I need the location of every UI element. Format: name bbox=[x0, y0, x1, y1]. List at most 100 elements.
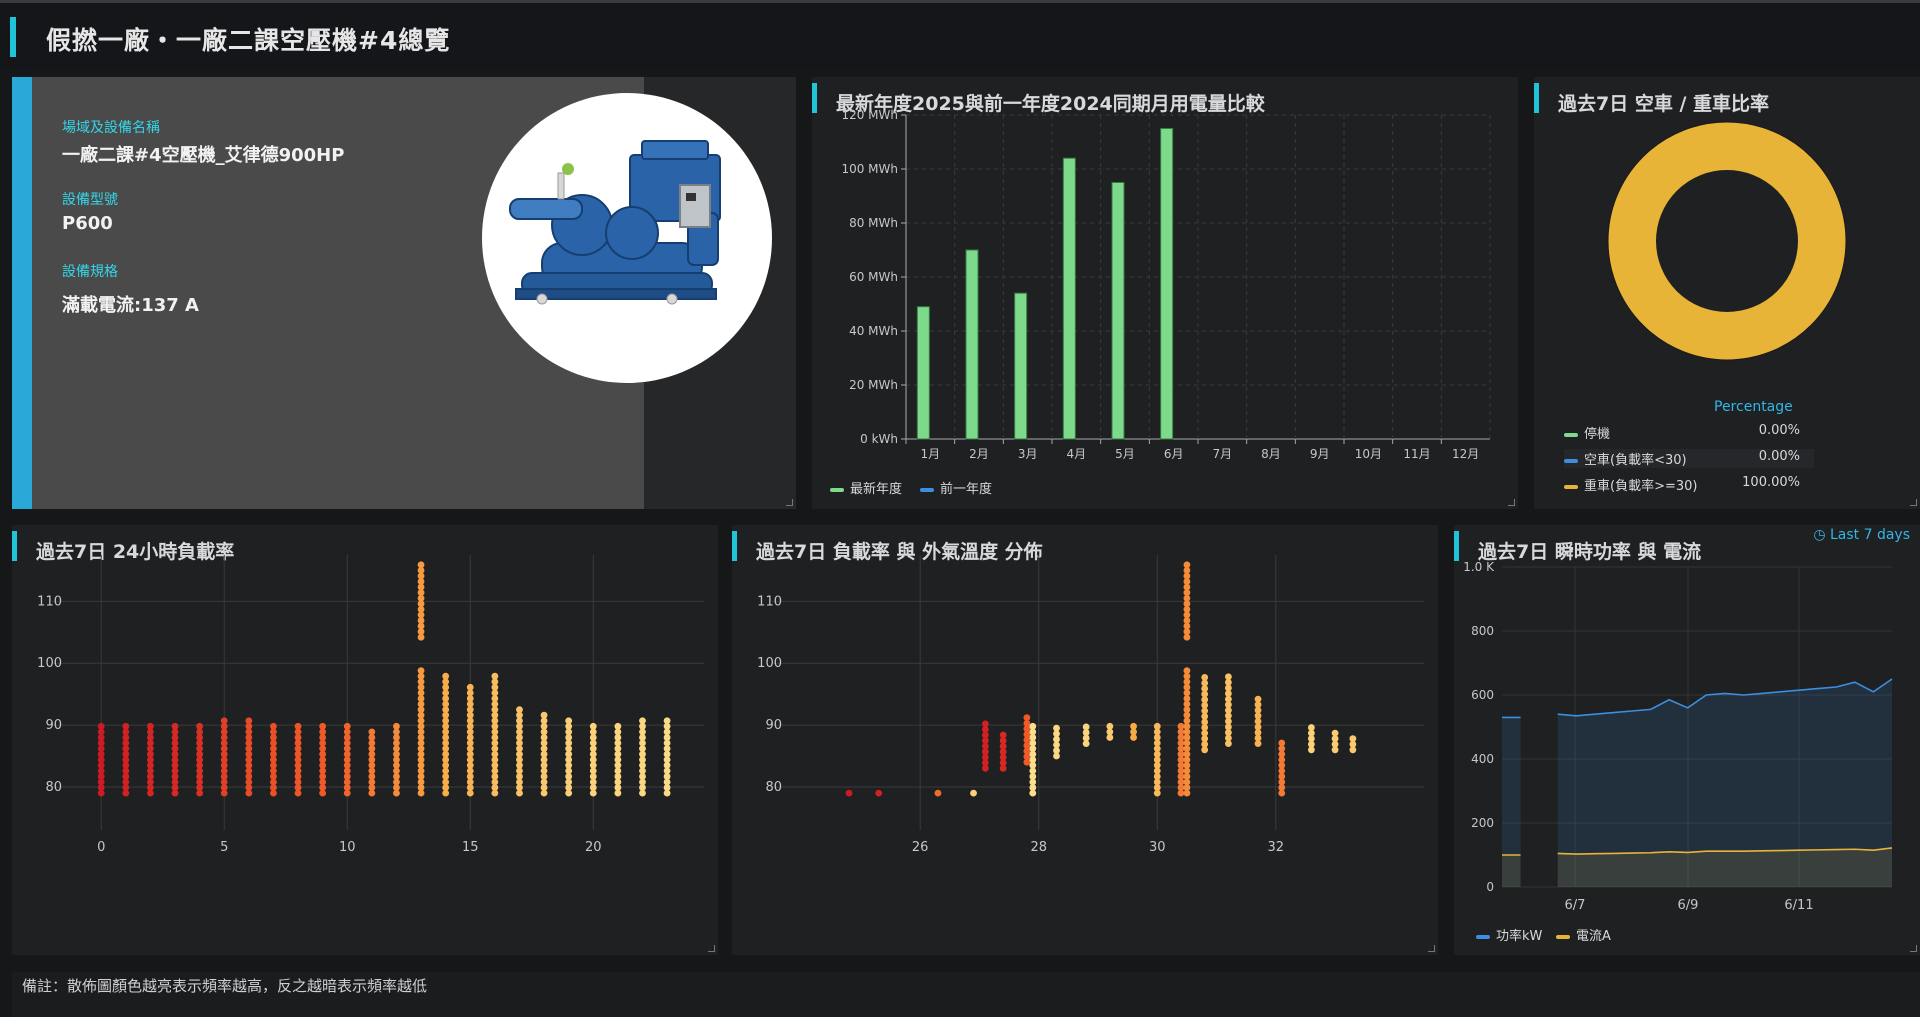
spec-label: 設備規格 bbox=[62, 264, 118, 280]
legend-swatch bbox=[1476, 934, 1490, 939]
y-tick-label: 40 MWh bbox=[849, 324, 898, 338]
scatter-point bbox=[1307, 724, 1315, 731]
scatter-point bbox=[1106, 722, 1114, 730]
x-tick-label: 12月 bbox=[1452, 447, 1479, 461]
scatter-point bbox=[999, 731, 1007, 739]
scatter-point bbox=[1153, 722, 1161, 730]
scatter-point bbox=[1029, 722, 1037, 730]
legend-latest-year[interactable]: 最新年度 bbox=[830, 478, 902, 497]
scatter-point bbox=[1053, 724, 1060, 732]
compressor-image bbox=[482, 93, 772, 383]
x-tick-label: 5月 bbox=[1115, 447, 1135, 461]
resize-handle[interactable] bbox=[708, 945, 715, 952]
scatter-point bbox=[1183, 667, 1191, 675]
x-tick-label: 32 bbox=[1268, 840, 1285, 855]
scatter-point bbox=[417, 561, 425, 569]
resize-handle[interactable] bbox=[1508, 499, 1515, 506]
x-tick-label: 7月 bbox=[1213, 447, 1233, 461]
x-tick-label: 5 bbox=[220, 840, 228, 855]
power-current-panel: 過去7日 瞬時功率 與 電流 ◷ Last 7 days 0 200 400 600 8… bbox=[1454, 525, 1920, 955]
y-tick-label: 80 bbox=[45, 780, 62, 795]
scatter-point bbox=[442, 672, 450, 680]
pie-legend-row[interactable]: 空車(負載率<30) 0.00% bbox=[1564, 449, 1814, 468]
resize-handle[interactable] bbox=[786, 499, 793, 506]
scatter-point bbox=[516, 706, 523, 714]
y-tick-label: 120 MWh bbox=[841, 108, 898, 122]
legend-label: 電流A bbox=[1576, 929, 1611, 944]
y-tick-label: 90 bbox=[765, 718, 782, 733]
footnote-bar: 備註：散佈圖顏色越亮表示頻率越高，反之越暗表示頻率越低 bbox=[12, 972, 1920, 1017]
scatter-point bbox=[1201, 674, 1209, 681]
x-tick-label: 2月 bbox=[969, 447, 989, 461]
y-tick-label: 600 bbox=[1471, 688, 1494, 702]
legend-swatch bbox=[920, 487, 934, 492]
scatter-point bbox=[1278, 739, 1286, 747]
scatter-point bbox=[368, 728, 376, 736]
scatter-point bbox=[220, 717, 228, 725]
site-label: 場域及設備名稱 bbox=[62, 120, 160, 136]
pie-legend-row[interactable]: 重車(負載率>=30) 100.00% bbox=[1564, 475, 1814, 494]
scatter-point bbox=[417, 667, 425, 675]
scatter-point bbox=[1349, 735, 1357, 743]
x-tick-label: 0 bbox=[97, 840, 105, 855]
scatter-point bbox=[466, 683, 474, 691]
load-by-hour-panel: 過去7日 24小時負載率 80 90 100 110 0 5 10 15 20 bbox=[12, 525, 718, 955]
y-tick-label: 80 bbox=[765, 780, 782, 795]
scatter-point bbox=[171, 722, 179, 730]
y-tick-label: 60 MWh bbox=[849, 270, 898, 284]
legend-swatch bbox=[1564, 484, 1578, 489]
ratio-panel: 過去7日 空車 / 重車比率 Percentage 停機 0.00% 空車(負載率<… bbox=[1534, 77, 1920, 509]
x-tick-label: 6/9 bbox=[1678, 898, 1699, 913]
x-tick-label: 26 bbox=[912, 840, 929, 855]
scatter-point bbox=[614, 722, 622, 730]
resize-handle[interactable] bbox=[1910, 945, 1917, 952]
x-tick-label: 6/11 bbox=[1784, 898, 1813, 913]
legend-header: Percentage bbox=[1714, 399, 1793, 415]
scatter-point bbox=[343, 722, 351, 730]
scatter-point bbox=[245, 717, 253, 725]
x-tick-label: 9月 bbox=[1310, 447, 1330, 461]
scatter-point bbox=[122, 722, 130, 730]
pie-legend-row[interactable]: 停機 0.00% bbox=[1564, 423, 1814, 442]
resize-handle[interactable] bbox=[1428, 945, 1435, 952]
y-tick-label: 90 bbox=[45, 718, 62, 733]
bar-latest-year bbox=[1160, 128, 1174, 440]
y-tick-label: 80 MWh bbox=[849, 216, 898, 230]
y-tick-label: 0 kWh bbox=[860, 432, 898, 446]
x-tick-label: 10 bbox=[339, 840, 356, 855]
bar-latest-year bbox=[1062, 157, 1076, 440]
legend-value: 100.00% bbox=[1742, 475, 1800, 490]
legend-current[interactable]: 電流A bbox=[1556, 925, 1611, 944]
scatter-point bbox=[1082, 723, 1090, 731]
ratio-donut-chart bbox=[1607, 121, 1847, 361]
page-title: 假撚一廠・一廠二課空壓機#4總覽 bbox=[46, 26, 451, 55]
scatter-point bbox=[147, 722, 154, 730]
resize-handle[interactable] bbox=[1910, 499, 1917, 506]
legend-previous-year[interactable]: 前一年度 bbox=[920, 478, 992, 497]
legend-swatch bbox=[1556, 934, 1570, 939]
bar-latest-year bbox=[916, 306, 930, 440]
bar-latest-year bbox=[1111, 182, 1125, 440]
legend-value: 0.00% bbox=[1758, 423, 1800, 438]
power-current-area-chart: 0 200 400 600 800 1.0 K 6/7 6/9 6/11 bbox=[1463, 560, 1893, 913]
y-tick-label: 100 bbox=[757, 656, 782, 671]
load-by-hour-scatter: 80 90 100 110 0 5 10 15 20 bbox=[37, 555, 704, 855]
x-tick-label: 3月 bbox=[1018, 447, 1038, 461]
scatter-point bbox=[970, 789, 977, 797]
legend-label: 最新年度 bbox=[850, 482, 903, 497]
title-accent-bar bbox=[10, 17, 16, 57]
scatter-point bbox=[639, 717, 646, 725]
x-tick-label: 8月 bbox=[1261, 447, 1281, 461]
scatter-point bbox=[663, 717, 671, 725]
dashboard-header: 假撚一廠・一廠二課空壓機#4總覽 bbox=[0, 3, 1920, 69]
scatter-point bbox=[589, 722, 597, 730]
legend-label: 空車(負載率<30) bbox=[1584, 453, 1687, 468]
scatter-point bbox=[1254, 695, 1262, 703]
x-tick-label: 15 bbox=[462, 840, 479, 855]
legend-swatch bbox=[1564, 458, 1578, 463]
legend-swatch bbox=[1564, 432, 1578, 437]
x-tick-label: 1月 bbox=[921, 447, 941, 461]
legend-value: 0.00% bbox=[1758, 449, 1800, 464]
x-tick-label: 6月 bbox=[1164, 447, 1184, 461]
legend-power[interactable]: 功率kW bbox=[1476, 925, 1542, 944]
